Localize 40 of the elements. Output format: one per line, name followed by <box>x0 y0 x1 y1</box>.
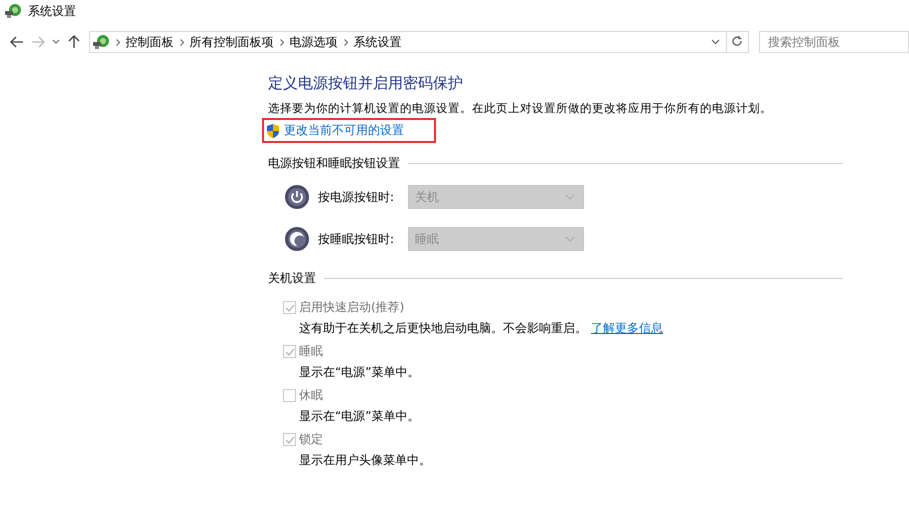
control-panel-icon <box>92 33 110 51</box>
search-field[interactable]: 搜索控制面板 <box>758 31 909 53</box>
option-description: 这有助于在关机之后更快地启动电脑。不会影响重启。 <box>299 320 587 337</box>
shield-icon <box>266 122 280 138</box>
chevron-icon <box>116 38 120 46</box>
change-settings-link[interactable]: 更改当前不可用的设置 <box>284 122 404 139</box>
field-label: 按电源按钮时: <box>318 188 396 206</box>
page-description: 选择要为你的计算机设置的电源设置。在此页上对设置所做的更改将应用于你所有的电源计划。 <box>268 101 773 116</box>
breadcrumb[interactable]: 系统设置 <box>354 34 402 50</box>
window-title: 系统设置 <box>28 2 76 20</box>
chevron-icon <box>280 38 284 46</box>
option-description: 显示在“电源”菜单中。 <box>299 364 420 381</box>
option-description: 显示在用户头像菜单中。 <box>299 452 431 469</box>
checkbox-label: 启用快速启动(推荐) <box>299 299 404 316</box>
breadcrumb[interactable]: 控制面板 <box>126 34 174 50</box>
breadcrumb[interactable]: 所有控制面板项 <box>190 34 274 50</box>
control-panel-icon <box>4 2 22 20</box>
chevron-icon <box>180 38 184 46</box>
back-arrow-icon <box>10 36 24 48</box>
up-arrow-icon <box>68 35 80 49</box>
caret-icon <box>710 39 720 45</box>
checkbox-label: 锁定 <box>299 431 323 448</box>
checkbox-label: 睡眠 <box>299 343 323 360</box>
power-icon <box>284 184 310 210</box>
refresh-button[interactable] <box>727 31 749 53</box>
caret-icon <box>565 194 575 200</box>
section-title: 关机设置 <box>268 270 316 287</box>
page-heading: 定义电源按钮并启用密码保护 <box>268 74 464 93</box>
checkbox-label: 休眠 <box>299 387 323 404</box>
caret-icon <box>565 236 575 242</box>
breadcrumb[interactable]: 电源选项 <box>290 34 338 50</box>
refresh-icon <box>732 36 744 48</box>
option-description: 显示在“电源”菜单中。 <box>299 408 420 425</box>
forward-arrow-icon <box>31 36 46 48</box>
caret-icon <box>52 39 60 45</box>
section-title: 电源按钮和睡眠按钮设置 <box>268 155 400 172</box>
field-label: 按睡眠按钮时: <box>318 230 396 248</box>
moon-icon <box>284 226 310 252</box>
address-bar[interactable]: 控制面板 所有控制面板项 电源选项 系统设置 <box>88 31 728 53</box>
chevron-icon <box>344 38 348 46</box>
